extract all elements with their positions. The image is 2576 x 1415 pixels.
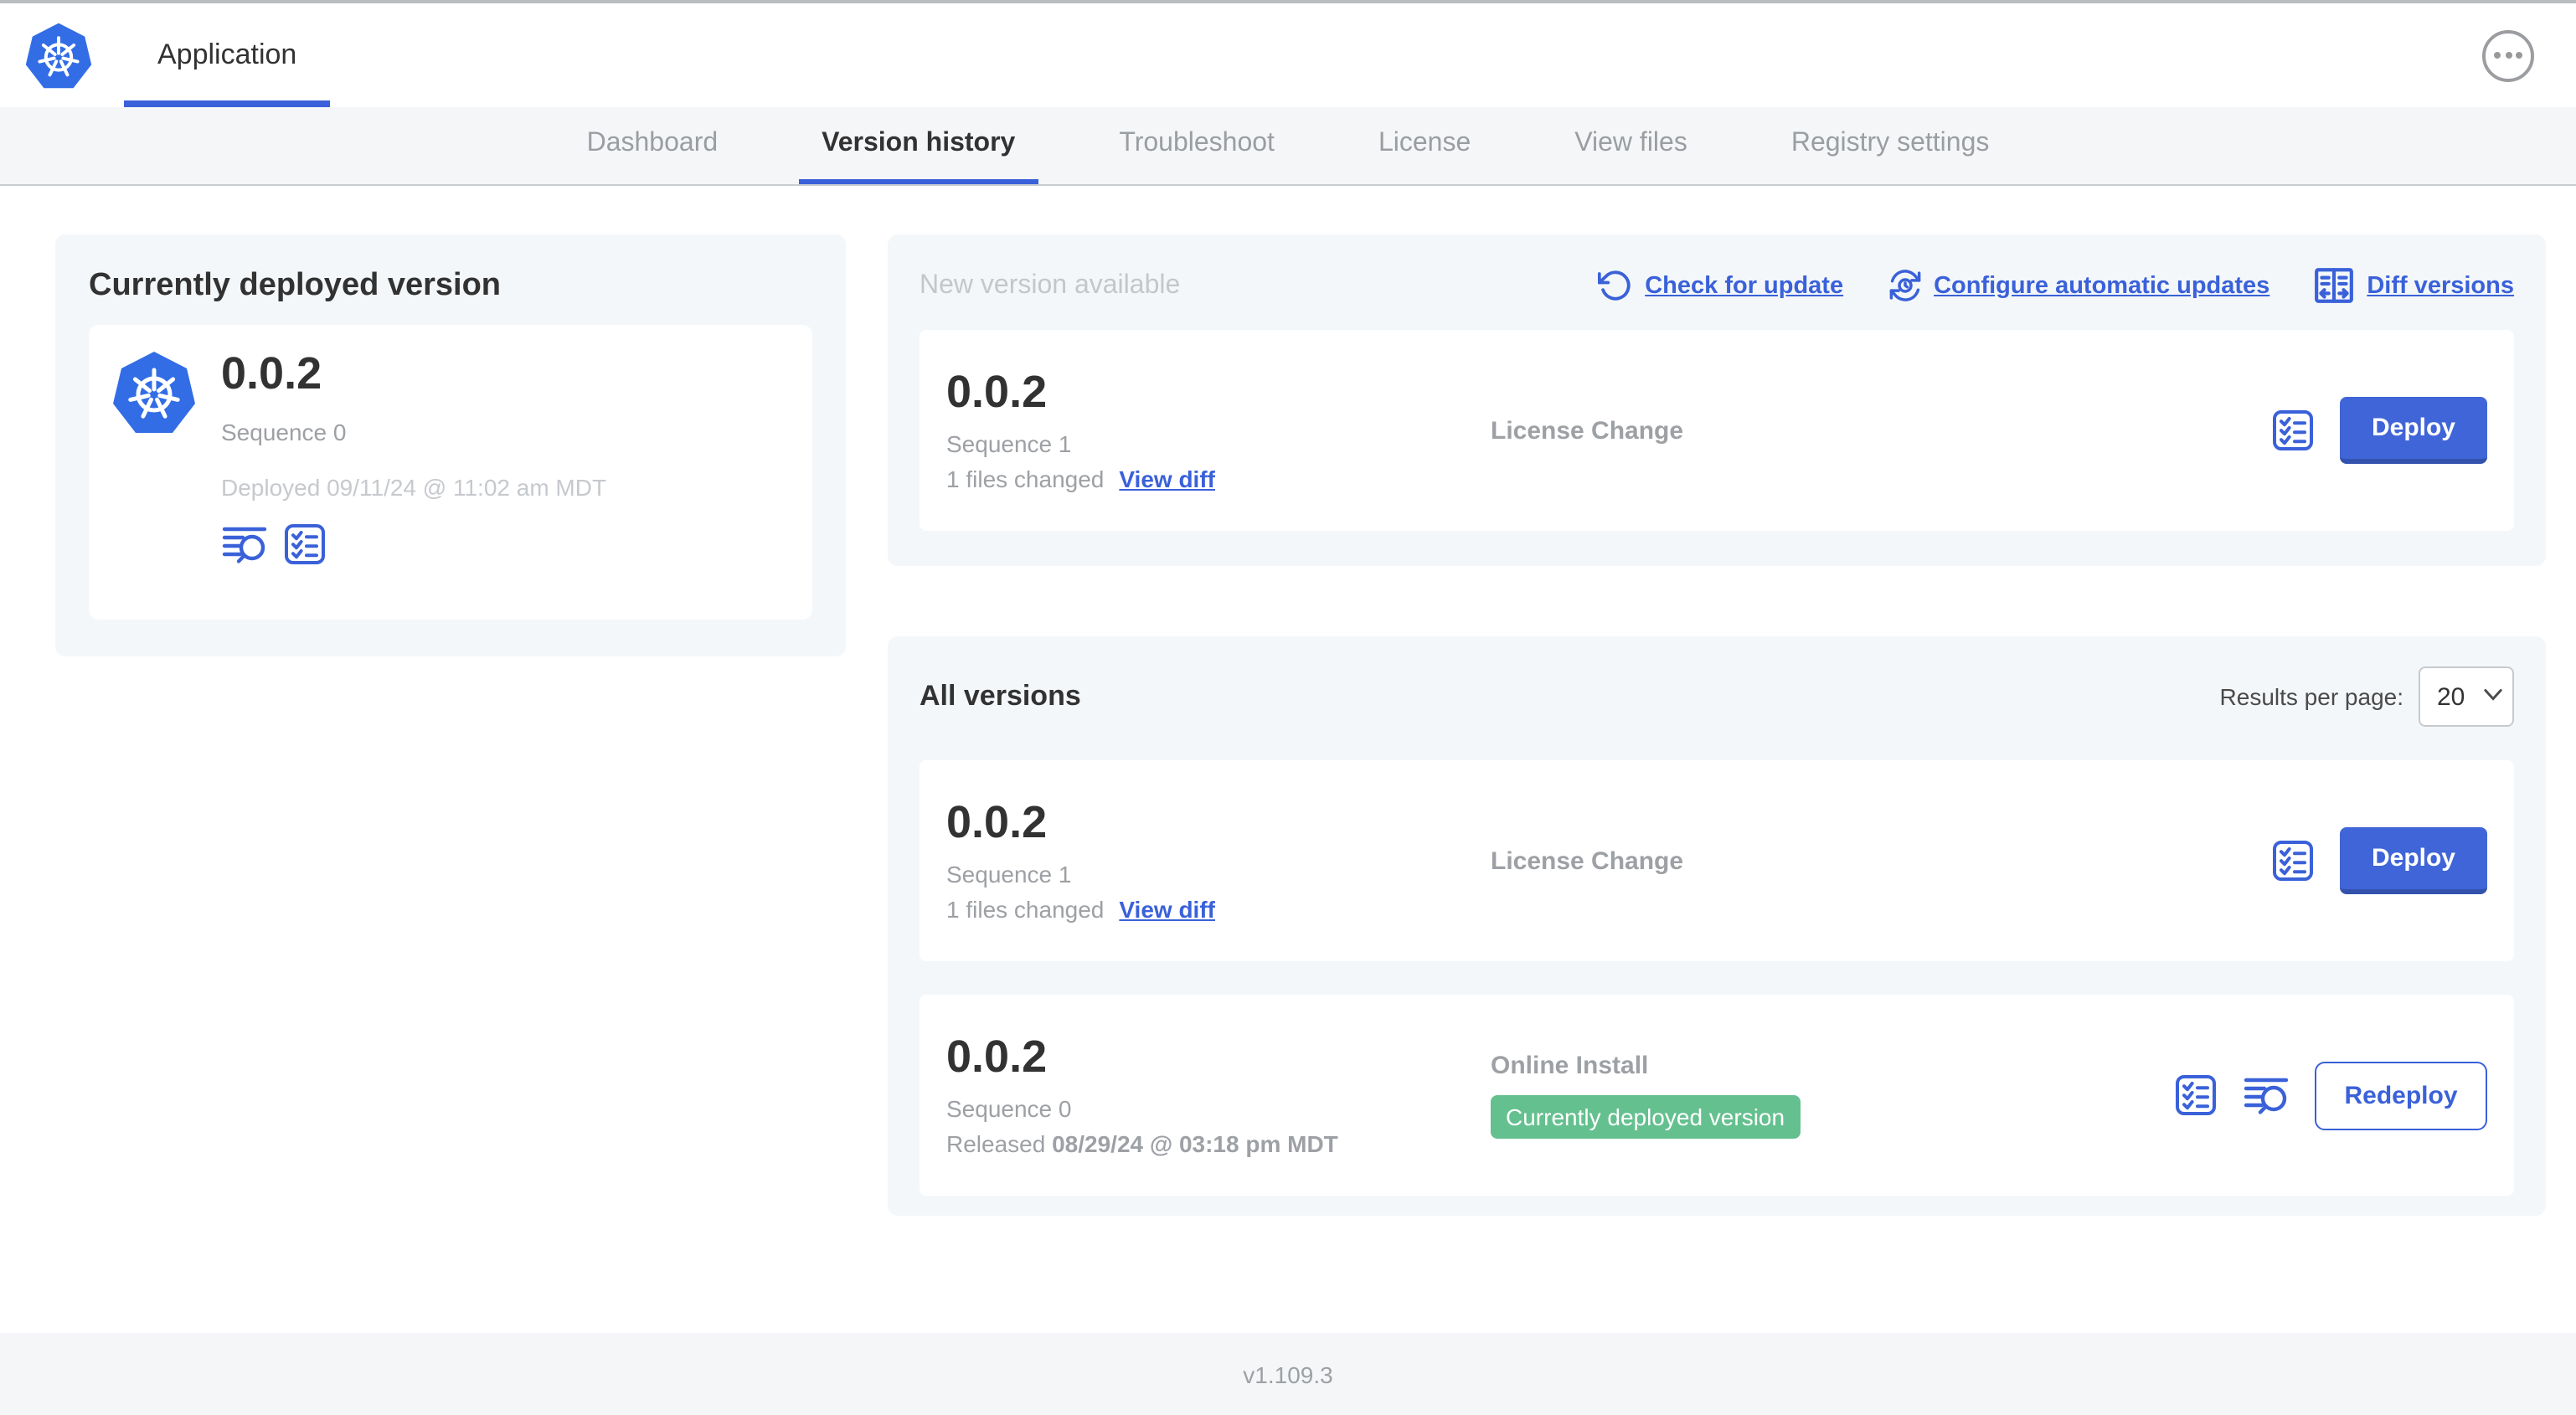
version-sequence: Sequence 1 — [946, 861, 1072, 888]
source-label: Online Install — [1491, 1052, 1649, 1080]
version-number: 0.0.2 — [946, 1031, 1048, 1082]
deploy-button[interactable]: Deploy — [2340, 827, 2487, 894]
version-info: 0.0.2 Sequence 0 Released 08/29/24 @ 03:… — [946, 1031, 1491, 1158]
results-per-page-label: Results per page: — [2219, 683, 2403, 710]
preflight-checks-icon[interactable] — [2174, 1073, 2218, 1117]
tab-dashboard[interactable]: Dashboard — [564, 107, 742, 184]
source-label: License Change — [1491, 846, 1684, 875]
all-versions-title: All versions — [920, 680, 1081, 712]
app-tab-active-underline — [124, 100, 331, 107]
check-for-update-link[interactable]: Check for update — [1598, 268, 1843, 303]
results-per-page: Results per page: 20 — [2220, 666, 2514, 727]
admin-console-version: v1.109.3 — [1243, 1361, 1333, 1387]
version-number: 0.0.2 — [946, 366, 1048, 417]
ellipsis-menu-icon[interactable] — [2482, 29, 2534, 81]
version-source: License Change — [1491, 846, 2271, 875]
source-label: License Change — [1491, 416, 1684, 445]
deployed-sequence: Sequence 0 — [221, 418, 347, 445]
version-actions: Deploy — [2271, 827, 2487, 894]
results-per-page-select[interactable]: 20 — [2419, 666, 2514, 727]
app-tab-label: Application — [157, 39, 297, 70]
preflight-checks-icon[interactable] — [2271, 409, 2315, 452]
files-changed-label: 1 files changed — [946, 466, 1105, 493]
version-sequence: Sequence 1 — [946, 430, 1072, 458]
kubernetes-app-icon — [112, 350, 196, 434]
tab-registry-settings[interactable]: Registry settings — [1768, 107, 2013, 184]
version-source: Online Install Currently deployed versio… — [1491, 1052, 2174, 1139]
version-actions: Redeploy — [2174, 1061, 2487, 1129]
version-source: License Change — [1491, 416, 2271, 445]
clock-refresh-icon — [1887, 268, 1922, 303]
deployed-version-number: 0.0.2 — [221, 348, 322, 399]
tab-troubleshoot[interactable]: Troubleshoot — [1095, 107, 1298, 184]
deploy-button[interactable]: Deploy — [2340, 397, 2487, 464]
configure-automatic-updates-link[interactable]: Configure automatic updates — [1887, 268, 2269, 303]
tab-license[interactable]: License — [1355, 107, 1494, 184]
currently-deployed-title: Currently deployed version — [89, 268, 502, 303]
top-bar: Application — [0, 0, 2576, 107]
version-actions: Deploy — [2271, 397, 2487, 464]
view-diff-link[interactable]: View diff — [1119, 897, 1215, 924]
currently-deployed-info: 0.0.2 Sequence 0 Deployed 09/11/24 @ 11:… — [221, 348, 607, 593]
deployed-actions — [221, 522, 606, 565]
new-version-card: 0.0.2 Sequence 1 1 files changed View di… — [920, 330, 2514, 531]
kubernetes-logo-icon — [25, 22, 92, 89]
main-content: Currently deployed version 0.0.2 Sequenc… — [0, 186, 2576, 1294]
right-column: New version available Check for update C… — [888, 234, 2546, 1216]
files-changed-row: 1 files changed View diff — [946, 897, 1491, 924]
view-logs-icon[interactable] — [2243, 1073, 2290, 1117]
currently-deployed-panel: Currently deployed version 0.0.2 Sequenc… — [55, 234, 846, 656]
diff-icon — [2313, 265, 2355, 306]
version-number: 0.0.2 — [946, 796, 1048, 847]
currently-deployed-card: 0.0.2 Sequence 0 Deployed 09/11/24 @ 11:… — [89, 325, 812, 620]
new-version-title: New version available — [920, 270, 1181, 299]
footer: v1.109.3 — [0, 1333, 2576, 1415]
files-changed-row: 1 files changed View diff — [946, 466, 1491, 493]
tab-version-history[interactable]: Version history — [798, 107, 1039, 184]
version-info: 0.0.2 Sequence 1 1 files changed View di… — [946, 366, 1491, 493]
all-versions-panel: All versions Results per page: 20 0.0.2 … — [888, 636, 2546, 1216]
preflight-checks-icon[interactable] — [283, 522, 327, 565]
redeploy-button[interactable]: Redeploy — [2315, 1061, 2487, 1129]
files-changed-label: 1 files changed — [946, 896, 1105, 924]
version-history-page: Application Dashboard Version history Tr… — [0, 0, 2576, 1415]
app-tab[interactable]: Application — [124, 3, 331, 107]
new-version-header: New version available Check for update C… — [888, 234, 2546, 306]
diff-versions-link[interactable]: Diff versions — [2313, 265, 2514, 306]
refresh-icon — [1598, 268, 1633, 303]
tab-view-files[interactable]: View files — [1551, 107, 1711, 184]
version-info: 0.0.2 Sequence 1 1 files changed View di… — [946, 796, 1491, 924]
released-timestamp: Released 08/29/24 @ 03:18 pm MDT — [946, 1130, 1338, 1158]
deployed-timestamp: Deployed 09/11/24 @ 11:02 am MDT — [221, 473, 607, 501]
update-links: Check for update Configure automatic upd… — [1598, 265, 2514, 306]
new-version-panel: New version available Check for update C… — [888, 234, 2546, 566]
version-row: 0.0.2 Sequence 1 1 files changed View di… — [920, 760, 2514, 961]
preflight-checks-icon[interactable] — [2271, 839, 2315, 882]
currently-deployed-badge: Currently deployed version — [1491, 1095, 1801, 1139]
view-diff-link[interactable]: View diff — [1119, 466, 1215, 493]
app-nav-tabs: Dashboard Version history Troubleshoot L… — [0, 107, 2576, 186]
all-versions-header: All versions Results per page: 20 — [888, 636, 2546, 727]
view-logs-icon[interactable] — [221, 522, 268, 565]
version-sequence: Sequence 0 — [946, 1095, 1072, 1123]
version-row: 0.0.2 Sequence 0 Released 08/29/24 @ 03:… — [920, 995, 2514, 1196]
